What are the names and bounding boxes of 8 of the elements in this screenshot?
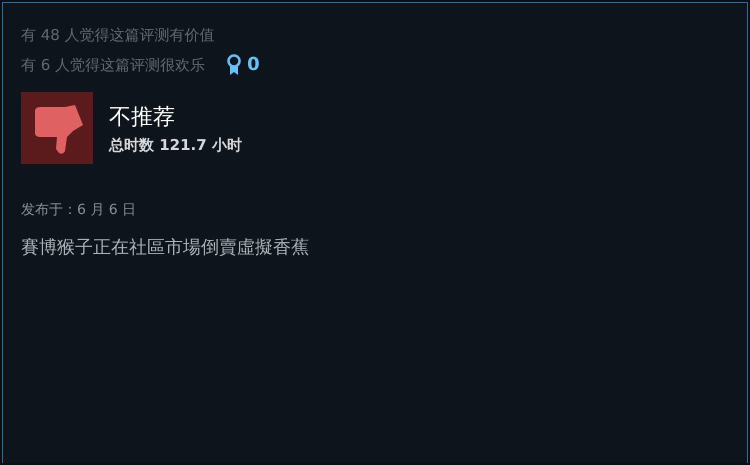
helpful-count-text: 有 48 人觉得这篇评测有价值	[21, 25, 216, 46]
playtime-text: 总时数 121.7 小时	[109, 135, 242, 156]
review-text: 賽博猴子正在社區市場倒賣虛擬香蕉	[21, 236, 310, 260]
award-count-text: 0	[247, 53, 260, 77]
funny-count-text: 有 6 人觉得这篇评测很欢乐	[21, 55, 206, 76]
award-ribbon-icon	[227, 54, 242, 76]
post-date-text: 发布于：6 月 6 日	[21, 201, 138, 220]
verdict-title: 不推荐	[109, 104, 176, 132]
